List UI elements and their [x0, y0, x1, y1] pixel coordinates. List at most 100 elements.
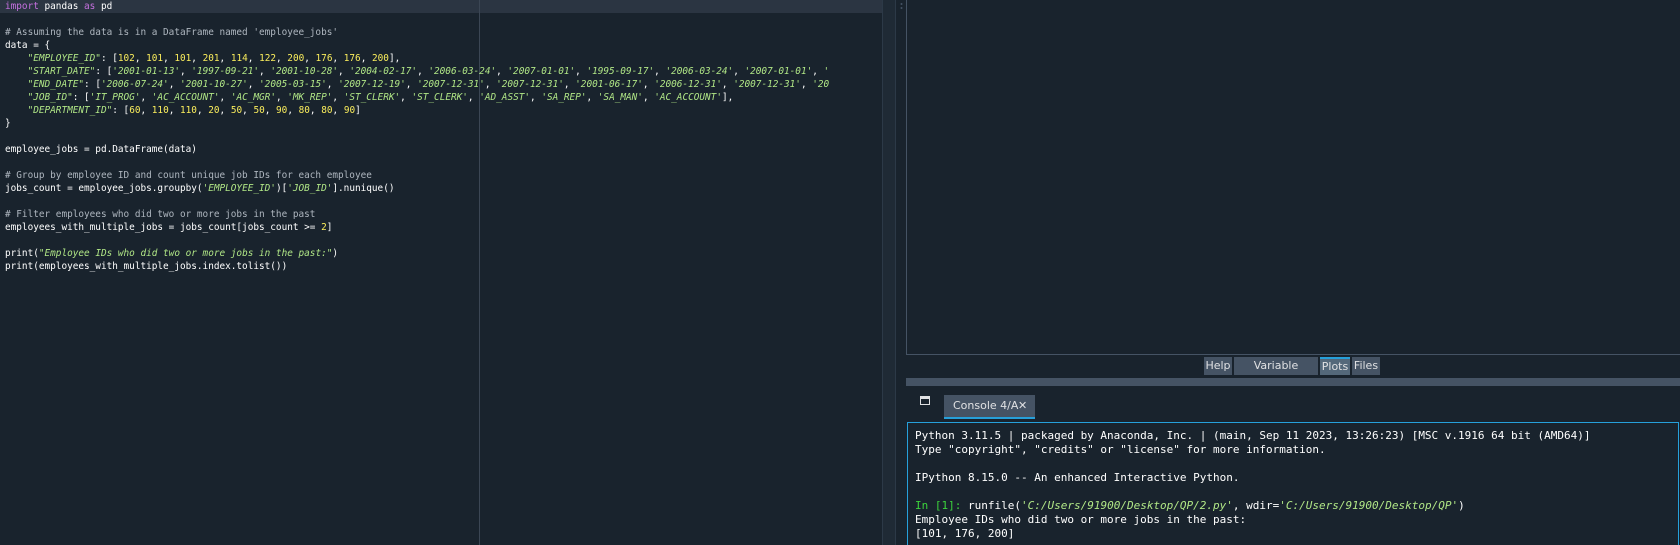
code-token: 200 — [372, 53, 389, 64]
code-text[interactable]: import pandas as pd # Assuming the data i… — [5, 0, 829, 273]
code-token: '2005-03-15' — [259, 79, 327, 90]
code-token: , — [264, 105, 277, 116]
tab-help[interactable]: Help — [1204, 357, 1232, 375]
code-token: "JOB_ID" — [27, 92, 73, 103]
console-line: IPython 8.15.0 -- An enhanced Interactiv… — [915, 471, 1591, 485]
code-token: ) — [1458, 499, 1465, 512]
code-token: 'ST_CLERK' — [411, 92, 468, 103]
code-token: '1995-09-17' — [586, 66, 655, 77]
code-token: 176 — [343, 53, 361, 64]
code-token: , — [800, 79, 813, 90]
code-token: 102 — [117, 53, 135, 64]
code-token: 110 — [180, 105, 197, 116]
code-token: as — [84, 1, 96, 12]
code-token: ].nunique() — [332, 183, 395, 194]
tab-variable-explorer[interactable]: Variable Explorer — [1234, 357, 1318, 390]
editor-scrollbar[interactable] — [882, 0, 895, 545]
code-token: , — [247, 53, 260, 64]
code-token: , — [219, 92, 231, 103]
code-token: '20 — [812, 79, 830, 90]
code-token: '2006-03-24' — [428, 66, 497, 77]
code-token: 'SA_MAN' — [597, 92, 643, 103]
code-token: , — [304, 53, 316, 64]
code-token: pandas — [38, 1, 85, 12]
code-token: 50 — [230, 105, 243, 116]
code-token: "EMPLOYEE_ID" — [27, 53, 101, 64]
code-token: # Group by employee ID and count unique … — [5, 170, 372, 181]
code-token: 200 — [287, 53, 305, 64]
code-token: 80 — [298, 105, 310, 116]
code-line: import pandas as pd — [5, 0, 829, 13]
code-token: # Assuming the data is in a DataFrame na… — [5, 27, 339, 38]
close-icon[interactable]: ✕ — [1018, 395, 1027, 417]
code-token: , — [405, 79, 418, 90]
tab-files[interactable]: Files — [1352, 357, 1380, 375]
code-editor[interactable]: import pandas as pd # Assuming the data i… — [0, 0, 895, 545]
code-token: '2007-01-01' — [507, 66, 576, 77]
code-token: 'AC_ACCOUNT' — [151, 92, 220, 103]
console-tab[interactable]: Console 4/A ✕ — [944, 395, 1035, 419]
code-token: '1997-09-21' — [191, 66, 260, 77]
code-line: "END_DATE": ['2006-07-24', '2001-10-27',… — [5, 78, 830, 91]
pane-tabbar: Help Variable Explorer Plots Files — [906, 357, 1680, 390]
code-token: # Filter employees who did two or more j… — [5, 209, 316, 220]
code-token: , — [586, 92, 598, 103]
code-token: 'IT_PROG' — [89, 92, 141, 103]
console-text: Python 3.11.5 | packaged by Anaconda, In… — [915, 429, 1591, 541]
code-token: ]: — [948, 499, 968, 512]
code-token: ], — [388, 53, 401, 64]
code-token: Type "copyright", "credits" or "license"… — [915, 443, 1326, 456]
code-token: '2007-12-19' — [338, 79, 406, 90]
code-token: ' — [823, 66, 830, 77]
code-line: employee_jobs = pd.DataFrame(data) — [5, 143, 829, 156]
code-token: , — [338, 66, 350, 77]
code-token: 'MK_REP' — [287, 92, 333, 103]
code-token: , — [287, 105, 299, 116]
code-token: pd — [95, 1, 113, 12]
code-token: 'SA_REP' — [541, 92, 587, 103]
horizontal-splitter[interactable] — [906, 378, 1680, 386]
code-token: employee_jobs = pd.DataFrame(data) — [5, 144, 197, 155]
code-token: ] — [326, 222, 333, 233]
code-token: 20 — [208, 105, 220, 116]
plots-pane — [906, 0, 1680, 355]
code-line: # Filter employees who did two or more j… — [5, 208, 829, 221]
window-icon[interactable] — [920, 396, 930, 405]
code-token: '2007-12-31' — [733, 79, 801, 90]
console-line: Python 3.11.5 | packaged by Anaconda, In… — [915, 429, 1591, 443]
tab-plots[interactable]: Plots — [1320, 357, 1350, 375]
code-token: "START_DATE" — [27, 66, 96, 77]
code-token: , — [642, 92, 655, 103]
code-token: 80 — [321, 105, 333, 116]
console-line: [101, 176, 200] — [915, 527, 1591, 541]
code-token: , — [484, 79, 497, 90]
code-token: , — [721, 79, 734, 90]
code-token: employees_with_multiple_jobs = jobs_coun… — [5, 222, 322, 233]
code-token: , — [309, 105, 322, 116]
code-token: , — [179, 66, 192, 77]
code-token: IPython 8.15.0 -- An enhanced Interactiv… — [915, 471, 1240, 484]
code-token: runfile( — [968, 499, 1021, 512]
code-line: print("Employee IDs who did two or more … — [5, 247, 829, 260]
code-line: "START_DATE": ['2001-01-13', '1997-09-21… — [5, 65, 830, 78]
code-line: "EMPLOYEE_ID": [102, 101, 101, 201, 114,… — [5, 52, 829, 65]
code-token: "END_DATE" — [27, 79, 85, 90]
code-line: "DEPARTMENT_ID": [60, 110, 110, 20, 50, … — [5, 104, 829, 117]
code-token: 201 — [202, 53, 220, 64]
console-output[interactable]: Python 3.11.5 | packaged by Anaconda, In… — [907, 422, 1679, 545]
code-line: # Assuming the data is in a DataFrame na… — [5, 26, 829, 39]
code-token: '2007-12-31' — [496, 79, 564, 90]
code-token: , — [654, 66, 666, 77]
code-token: , — [326, 79, 339, 90]
code-token: , — [140, 92, 152, 103]
code-token: 'C:/Users/91900/Desktop/QP/2.py' — [1020, 499, 1233, 512]
code-token: ], — [721, 92, 734, 103]
code-token: '2006-07-24' — [100, 79, 169, 90]
code-token: , — [530, 92, 542, 103]
code-token: , — [332, 92, 344, 103]
code-token: "DEPARTMENT_ID" — [27, 105, 113, 116]
code-token: , — [642, 79, 655, 90]
